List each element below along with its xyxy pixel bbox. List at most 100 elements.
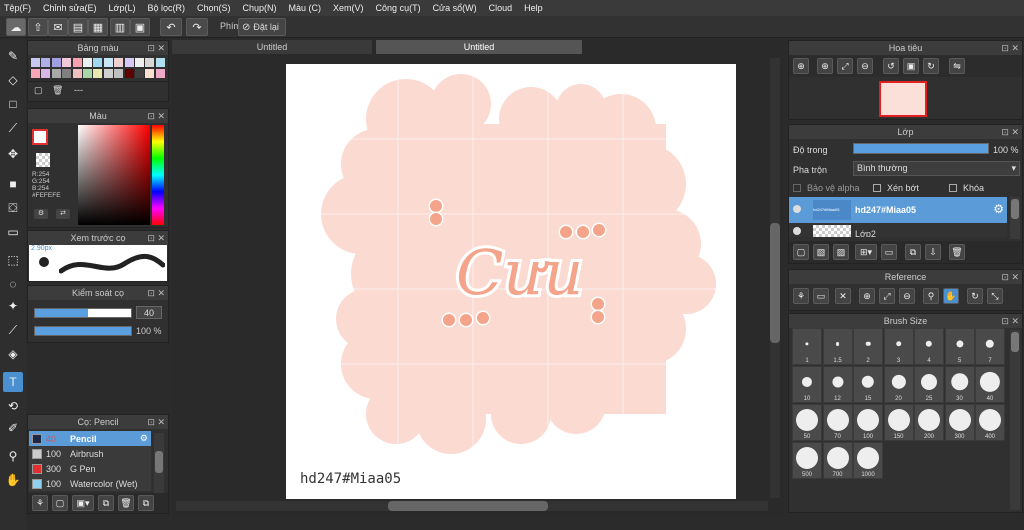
brush-size-cell[interactable]: 1: [792, 328, 822, 365]
panel-options-icon[interactable]: ⊡ ✕: [147, 41, 165, 55]
new-layer-icon[interactable]: ▢: [793, 244, 809, 260]
panel-options-icon[interactable]: ⊡ ✕: [147, 231, 165, 245]
brush-size-cell[interactable]: 70: [822, 404, 853, 441]
duplicate-layer-icon[interactable]: ⧉: [905, 244, 921, 260]
hand-icon[interactable]: ✋: [943, 288, 959, 304]
palette-swatch[interactable]: [155, 58, 165, 67]
brush-size-cell[interactable]: 1.5: [822, 328, 853, 365]
horizontal-scrollbar[interactable]: [176, 501, 768, 511]
layer-opacity-slider[interactable]: [853, 143, 989, 154]
select-rect-icon[interactable]: ⬚: [3, 250, 23, 270]
brush-size-cell[interactable]: 25: [914, 366, 944, 403]
palette-swatch[interactable]: [51, 58, 61, 67]
brush-item[interactable]: 40 Pencil ⚙: [29, 431, 151, 446]
select-pen-icon[interactable]: ⟋: [3, 320, 23, 340]
hand-icon[interactable]: ✋: [3, 470, 23, 490]
eyedropper-icon[interactable]: ⚲: [3, 446, 23, 466]
panel-options-icon[interactable]: ⊡ ✕: [147, 415, 165, 429]
gradient-icon[interactable]: ▭: [3, 222, 23, 242]
palette-swatch[interactable]: [51, 68, 61, 78]
gear-icon[interactable]: ⚙: [140, 433, 148, 444]
palette-swatch[interactable]: [72, 58, 82, 67]
brush-size-cell[interactable]: 40: [975, 366, 1005, 403]
fit-icon[interactable]: ⤢: [879, 288, 895, 304]
visibility-icon[interactable]: [793, 227, 801, 235]
magic-wand-icon[interactable]: ✦: [3, 296, 23, 316]
tab-untitled-1[interactable]: Untitled: [172, 40, 372, 54]
palette-swatch[interactable]: [41, 58, 51, 67]
layer-row[interactable]: hd247#Miaa05 hd247#Miaa05 ⚙: [789, 197, 1007, 223]
brush-size-slider[interactable]: [34, 308, 132, 318]
merge-layer-icon[interactable]: ⇩: [925, 244, 941, 260]
palette-swatch[interactable]: [103, 58, 113, 67]
brush-size-cell[interactable]: 700: [822, 442, 853, 479]
panel-options-icon[interactable]: ⊡ ✕: [1001, 41, 1019, 55]
open-folder-icon[interactable]: ▭: [813, 288, 829, 304]
brush-menu-icon[interactable]: ▣▾: [72, 495, 94, 511]
brush-size-cell[interactable]: 200: [914, 404, 944, 441]
palette-swatch[interactable]: [93, 58, 103, 67]
menu-item[interactable]: Chỉnh sửa(E): [43, 3, 97, 13]
reset-button[interactable]: ⊘ Đặt lại: [238, 18, 286, 36]
redo-icon[interactable]: ↷: [186, 18, 208, 36]
vertical-scrollbar[interactable]: [770, 58, 780, 498]
fit-window-icon[interactable]: ⤡: [987, 288, 1003, 304]
clipping-checkbox[interactable]: Xén bớt: [873, 183, 919, 193]
text-icon[interactable]: T: [3, 372, 23, 392]
rotate-right-icon[interactable]: ↻: [923, 58, 939, 74]
visibility-icon[interactable]: [793, 205, 801, 213]
settings-panel-icon[interactable]: ▣: [130, 18, 150, 36]
page-icon[interactable]: ▦: [88, 18, 108, 36]
palette-swatch[interactable]: [103, 68, 113, 78]
menu-item[interactable]: Tệp(F): [4, 3, 31, 13]
brush-size-cell[interactable]: 3: [883, 328, 914, 365]
delete-brush-icon[interactable]: 🗑: [118, 495, 134, 511]
pencil-icon[interactable]: ✐: [3, 418, 23, 438]
brush-size-cell[interactable]: 30: [944, 366, 975, 403]
color-swap-icon[interactable]: ⇄: [56, 209, 70, 219]
palette-swatch[interactable]: [83, 68, 92, 78]
brush-settings-icon[interactable]: ⚘: [32, 495, 48, 511]
zoom-in-icon[interactable]: ⊕: [817, 58, 833, 74]
menu-item[interactable]: Help: [524, 3, 543, 13]
palette-swatch[interactable]: [145, 58, 155, 67]
rectangle-icon[interactable]: □: [3, 94, 23, 114]
menu-item[interactable]: Bộ lọc(R): [147, 3, 185, 13]
new-brush-icon[interactable]: ▢: [52, 495, 68, 511]
close-icon[interactable]: ✕: [835, 288, 851, 304]
palette-swatch[interactable]: [114, 68, 124, 78]
zoom-in-icon[interactable]: ⊕: [859, 288, 875, 304]
palette-swatch[interactable]: [31, 58, 40, 67]
brush-copy-icon[interactable]: ⧉: [138, 495, 154, 511]
palette-swatch[interactable]: [72, 68, 82, 78]
comment-icon[interactable]: ▤: [68, 18, 88, 36]
panel-options-icon[interactable]: ⊡ ✕: [1001, 270, 1019, 284]
delete-palette-icon[interactable]: 🗑: [52, 85, 63, 96]
new-layer-8bit-icon[interactable]: ▧: [813, 244, 829, 260]
brush-item[interactable]: 100 Watercolor (Wet): [29, 476, 151, 491]
menu-item[interactable]: Chụp(N): [243, 3, 277, 13]
brush-size-cell[interactable]: 12: [822, 366, 853, 403]
chat-icon[interactable]: ✉: [48, 18, 68, 36]
layer-scrollbar[interactable]: [1010, 197, 1020, 239]
brush-size-cell[interactable]: 20: [883, 366, 914, 403]
move-icon[interactable]: ✥: [3, 144, 23, 164]
layer-row[interactable]: Lớp2: [789, 223, 1007, 237]
saturation-value-picker[interactable]: [78, 125, 150, 225]
brush-size-cell[interactable]: 300: [944, 404, 975, 441]
rotate-icon[interactable]: ↻: [967, 288, 983, 304]
brush-size-cell[interactable]: 400: [975, 404, 1005, 441]
brush-list-scrollbar[interactable]: [154, 433, 164, 493]
brush-size-value[interactable]: 40: [136, 306, 162, 319]
drawing-canvas[interactable]: Cưu hd247#Miaa05: [286, 64, 736, 499]
panel-options-icon[interactable]: ⊡ ✕: [1001, 125, 1019, 139]
fill-rect-icon[interactable]: ■: [3, 174, 23, 194]
brush-size-cell[interactable]: 2: [853, 328, 883, 365]
navigator-thumbnail[interactable]: [879, 81, 927, 117]
gear-icon[interactable]: ⚙: [993, 202, 1004, 216]
palette-swatch[interactable]: [62, 68, 72, 78]
menu-item[interactable]: Cloud: [489, 3, 513, 13]
folder-icon[interactable]: ▭: [881, 244, 897, 260]
pen-icon[interactable]: ⟋: [3, 118, 23, 138]
hue-slider[interactable]: [152, 125, 164, 225]
